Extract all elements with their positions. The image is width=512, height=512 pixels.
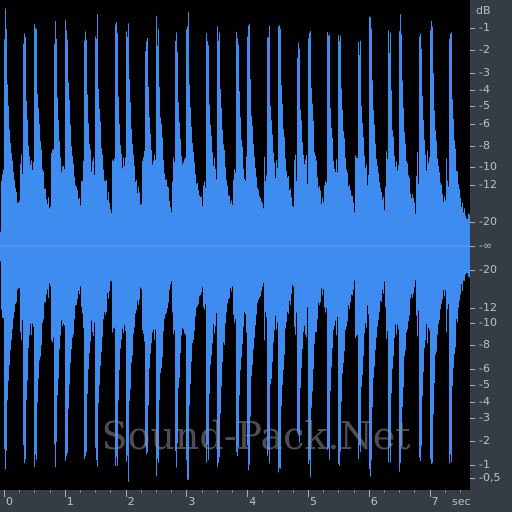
db-tick xyxy=(470,345,475,346)
db-label: -10 xyxy=(479,160,497,173)
time-minor-tick xyxy=(201,490,203,493)
time-tick xyxy=(125,490,127,497)
time-minor-tick xyxy=(49,490,51,493)
time-minor-tick xyxy=(80,490,81,493)
time-ruler[interactable]: 0 1 2 3 4 5 6 7 sec xyxy=(0,490,512,512)
db-tick xyxy=(470,124,475,125)
time-label: 3 xyxy=(188,495,196,508)
time-minor-tick xyxy=(338,490,340,493)
db-tick xyxy=(470,478,475,479)
time-label: 4 xyxy=(249,495,257,508)
db-label: -8 xyxy=(479,139,490,152)
waveform-trace xyxy=(0,8,470,482)
db-label: -2 xyxy=(479,43,490,56)
time-minor-tick xyxy=(460,490,461,493)
time-tick xyxy=(308,490,309,497)
time-minor-tick xyxy=(384,490,385,493)
time-label: 6 xyxy=(370,495,378,508)
db-tick xyxy=(470,385,475,386)
time-minor-tick xyxy=(323,490,325,493)
time-minor-tick xyxy=(171,490,173,493)
time-minor-tick xyxy=(19,490,21,493)
ruler-corner xyxy=(470,490,512,512)
time-minor-tick xyxy=(34,490,36,493)
db-label: -0,5 xyxy=(479,471,501,484)
time-minor-tick xyxy=(353,490,355,493)
db-tick xyxy=(470,106,475,107)
db-label: -1 xyxy=(479,21,490,34)
db-tick xyxy=(470,167,475,168)
db-label: -2 xyxy=(479,434,490,447)
db-tick xyxy=(470,146,475,147)
time-label: 0 xyxy=(6,495,13,508)
db-tick xyxy=(470,465,475,466)
waveform-path xyxy=(0,8,470,482)
time-minor-tick xyxy=(262,490,264,493)
time-label: 2 xyxy=(127,495,135,508)
db-tick xyxy=(470,50,475,51)
db-label: -20 xyxy=(479,215,497,228)
db-label: -8 xyxy=(479,338,490,351)
time-label: 7 xyxy=(431,495,439,508)
db-label: -6 xyxy=(479,362,490,375)
time-tick xyxy=(64,490,66,497)
time-unit-label: sec xyxy=(452,495,471,508)
db-label: -10 xyxy=(479,316,497,329)
time-minor-tick xyxy=(414,490,416,493)
db-tick xyxy=(470,185,475,186)
time-minor-tick xyxy=(444,490,446,493)
db-label: -4 xyxy=(479,395,490,408)
db-label: -5 xyxy=(479,99,490,112)
db-tick xyxy=(470,246,475,247)
db-tick xyxy=(470,28,475,29)
db-tick xyxy=(470,222,475,223)
db-label: -6 xyxy=(479,117,490,130)
time-minor-tick xyxy=(277,490,279,493)
time-minor-tick xyxy=(232,490,233,493)
db-tick xyxy=(470,73,475,74)
db-tick xyxy=(470,270,475,271)
db-label-center: -∞ xyxy=(479,239,493,252)
db-ruler: dB -1 -2 -3 -4 -5 -6 -8 -10 -12 -20 -∞ -20 -12 -10 -8 -… xyxy=(470,0,512,490)
time-minor-tick xyxy=(95,490,97,493)
time-minor-tick xyxy=(140,490,142,493)
time-tick xyxy=(186,490,188,497)
time-label: 1 xyxy=(66,495,74,508)
audio-editor-view: dB -1 -2 -3 -4 -5 -6 -8 -10 -12 -20 -∞ -20 -12 -10 -8-… xyxy=(0,0,512,512)
db-label: -5 xyxy=(479,378,490,391)
db-unit-label: dB xyxy=(476,4,491,17)
time-tick xyxy=(247,490,249,497)
db-tick xyxy=(470,418,475,419)
db-label: -4 xyxy=(479,83,490,96)
db-label: -3 xyxy=(479,66,490,79)
db-label: -12 xyxy=(479,301,497,314)
db-label: -3 xyxy=(479,411,490,424)
time-minor-tick xyxy=(110,490,112,493)
time-tick xyxy=(368,490,370,497)
waveform-display[interactable] xyxy=(0,0,470,490)
time-minor-tick xyxy=(216,490,218,493)
db-tick xyxy=(470,441,475,442)
time-minor-tick xyxy=(399,490,401,493)
db-tick xyxy=(470,90,475,91)
db-label: -1 xyxy=(479,458,490,471)
time-tick xyxy=(4,490,5,497)
time-minor-tick xyxy=(156,490,157,493)
db-label: -12 xyxy=(479,178,497,191)
db-tick xyxy=(470,323,475,324)
waveform-svg[interactable] xyxy=(0,0,470,490)
db-tick xyxy=(470,402,475,403)
time-label: 5 xyxy=(310,495,317,508)
time-minor-tick xyxy=(292,490,294,493)
db-tick xyxy=(470,369,475,370)
db-label: -20 xyxy=(479,263,497,276)
db-tick xyxy=(470,308,475,309)
time-tick xyxy=(429,490,431,497)
